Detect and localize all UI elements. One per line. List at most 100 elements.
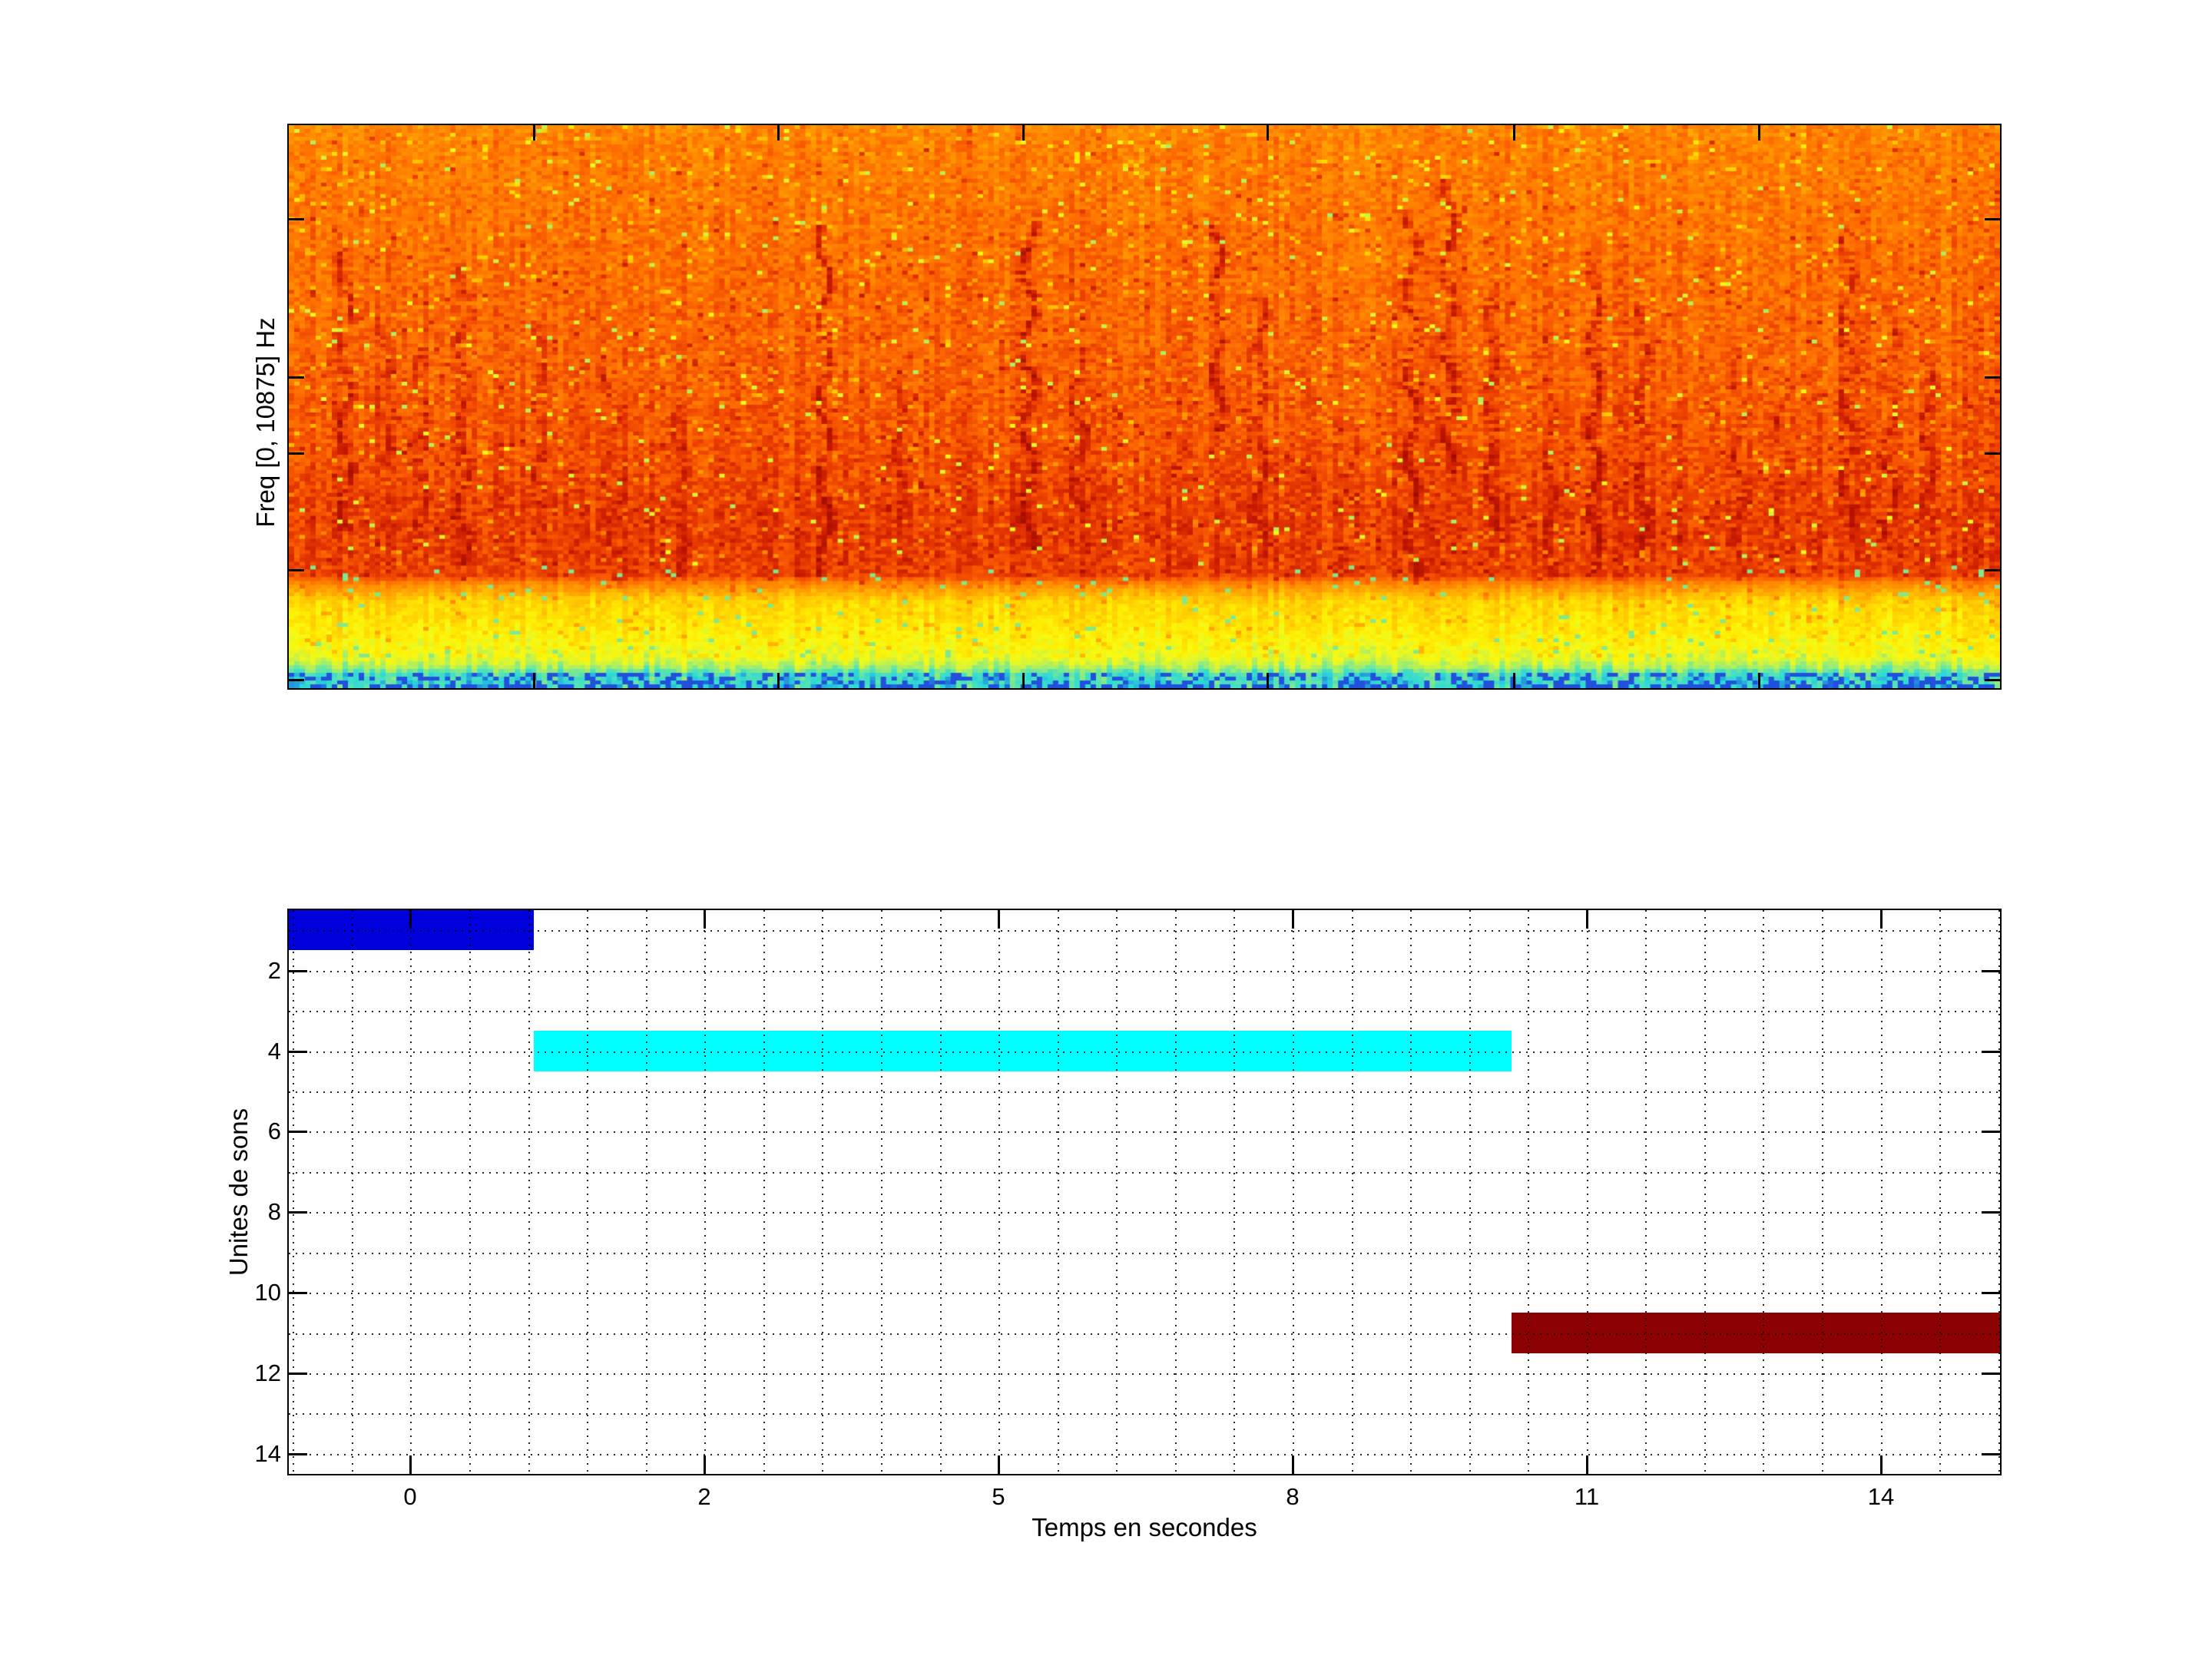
timeline-vertical-gridline <box>1998 910 2000 1474</box>
spectrogram-bottom-tick <box>1267 673 1269 688</box>
timeline-horizontal-gridline <box>289 1011 2000 1012</box>
x-major-tick <box>998 1455 1000 1474</box>
timeline-vertical-gridline <box>1645 910 1647 1474</box>
x-major-tick <box>409 1455 412 1474</box>
timeline-plot <box>287 909 2002 1475</box>
y-major-tick <box>289 1292 307 1294</box>
timeline-horizontal-gridline <box>289 1333 2000 1335</box>
timeline-vertical-gridline <box>998 910 1000 1474</box>
timeline-vertical-gridline <box>940 910 942 1474</box>
x-major-tick-top <box>998 910 1000 929</box>
timeline-horizontal-gridline <box>289 1051 2000 1053</box>
spectrogram-right-tick <box>1985 452 2000 455</box>
y-tick-label: 2 <box>267 957 281 984</box>
spectrogram-top-tick <box>1513 125 1515 141</box>
spectrogram-left-tick <box>289 452 304 455</box>
timeline-vertical-gridline <box>1410 910 1412 1474</box>
timeline-horizontal-gridline <box>289 1413 2000 1415</box>
y-tick-label: 4 <box>267 1038 281 1065</box>
x-tick-label: 0 <box>403 1483 417 1510</box>
y-tick-label: 8 <box>267 1198 281 1225</box>
timeline-vertical-gridline <box>763 910 765 1474</box>
timeline-vertical-gridline <box>528 910 530 1474</box>
timeline-vertical-gridline <box>1822 910 1823 1474</box>
y-major-tick-right <box>1982 1373 2000 1375</box>
spectrogram-image <box>289 125 2000 688</box>
spectrogram-left-tick <box>289 569 304 571</box>
spectrogram-right-tick <box>1985 218 2000 220</box>
x-tick-label: 2 <box>697 1483 711 1510</box>
x-tick-label: 14 <box>1867 1483 1895 1510</box>
spectrogram-bottom-tick <box>777 673 780 688</box>
spectrogram-top-tick <box>1267 125 1269 141</box>
spectrogram-right-tick <box>1985 376 2000 379</box>
timeline-vertical-gridline <box>352 910 353 1474</box>
timeline-vertical-gridline <box>1116 910 1118 1474</box>
spectrogram-top-tick <box>777 125 780 141</box>
timeline-vertical-gridline <box>1352 910 1353 1474</box>
timeline-horizontal-gridline <box>289 1373 2000 1375</box>
x-tick-label: 11 <box>1574 1483 1600 1510</box>
timeline-vertical-gridline <box>1528 910 1529 1474</box>
timeline-vertical-gridline <box>1881 910 1883 1474</box>
y-tick-label: 12 <box>254 1359 281 1386</box>
timeline-vertical-gridline <box>410 910 412 1474</box>
x-major-tick-top <box>1292 910 1294 929</box>
spectrogram-top-tick <box>533 125 535 141</box>
timeline-xlabel: Temps en secondes <box>1031 1513 1257 1541</box>
spectrogram-top-tick <box>1758 125 1760 141</box>
timeline-vertical-gridline <box>1469 910 1471 1474</box>
y-major-tick <box>289 1211 307 1214</box>
y-major-tick <box>289 970 307 972</box>
x-major-tick <box>704 1455 706 1474</box>
timeline-vertical-gridline <box>1763 910 1764 1474</box>
y-major-tick-right <box>1982 1051 2000 1053</box>
x-major-tick <box>1586 1455 1588 1474</box>
timeline-vertical-gridline <box>1293 910 1294 1474</box>
spectrogram-bottom-tick <box>1513 673 1515 688</box>
timeline-vertical-gridline <box>881 910 882 1474</box>
spectrogram-top-tick <box>1022 125 1025 141</box>
timeline-vertical-gridline <box>1175 910 1177 1474</box>
timeline-horizontal-gridline <box>289 1454 2000 1455</box>
timeline-vertical-gridline <box>587 910 588 1474</box>
x-major-tick <box>1292 1455 1294 1474</box>
timeline-horizontal-gridline <box>289 1091 2000 1093</box>
y-major-tick-right <box>1982 1453 2000 1455</box>
timeline-vertical-gridline <box>1233 910 1235 1474</box>
timeline-vertical-gridline <box>646 910 647 1474</box>
timeline-vertical-gridline <box>469 910 471 1474</box>
spectrogram-ylabel: Freq [0, 10875] Hz <box>251 317 280 528</box>
timeline-vertical-gridline <box>1939 910 1941 1474</box>
y-major-tick-right <box>1982 1131 2000 1133</box>
timeline-vertical-gridline <box>822 910 823 1474</box>
spectrogram-bottom-tick <box>533 673 535 688</box>
timeline-vertical-gridline <box>1058 910 1059 1474</box>
y-major-tick <box>289 1051 307 1053</box>
spectrogram-left-tick <box>289 679 304 681</box>
spectrogram-bottom-tick <box>1758 673 1760 688</box>
y-major-tick <box>289 1373 307 1375</box>
y-major-tick-right <box>1982 970 2000 972</box>
y-major-tick-right <box>1982 1292 2000 1294</box>
x-major-tick-top <box>1586 910 1588 929</box>
timeline-horizontal-gridline <box>289 971 2000 972</box>
timeline-vertical-gridline <box>1587 910 1588 1474</box>
timeline-horizontal-gridline <box>289 1212 2000 1214</box>
spectrogram-right-tick <box>1985 679 2000 681</box>
spectrogram-left-tick <box>289 218 304 220</box>
x-major-tick-top <box>1880 910 1883 929</box>
spectrogram-bottom-tick <box>1022 673 1025 688</box>
spectrogram-plot <box>287 124 2002 690</box>
timeline-horizontal-gridline <box>289 930 2000 932</box>
y-tick-label: 10 <box>254 1279 281 1306</box>
timeline-horizontal-gridline <box>289 1293 2000 1294</box>
y-tick-label: 14 <box>254 1440 281 1467</box>
y-tick-label: 6 <box>267 1118 281 1144</box>
y-major-tick <box>289 1453 307 1455</box>
timeline-vertical-gridline <box>293 910 294 1474</box>
timeline-horizontal-gridline <box>289 1131 2000 1133</box>
x-tick-label: 8 <box>1286 1483 1300 1510</box>
timeline-horizontal-gridline <box>289 1172 2000 1174</box>
x-major-tick <box>1880 1455 1883 1474</box>
